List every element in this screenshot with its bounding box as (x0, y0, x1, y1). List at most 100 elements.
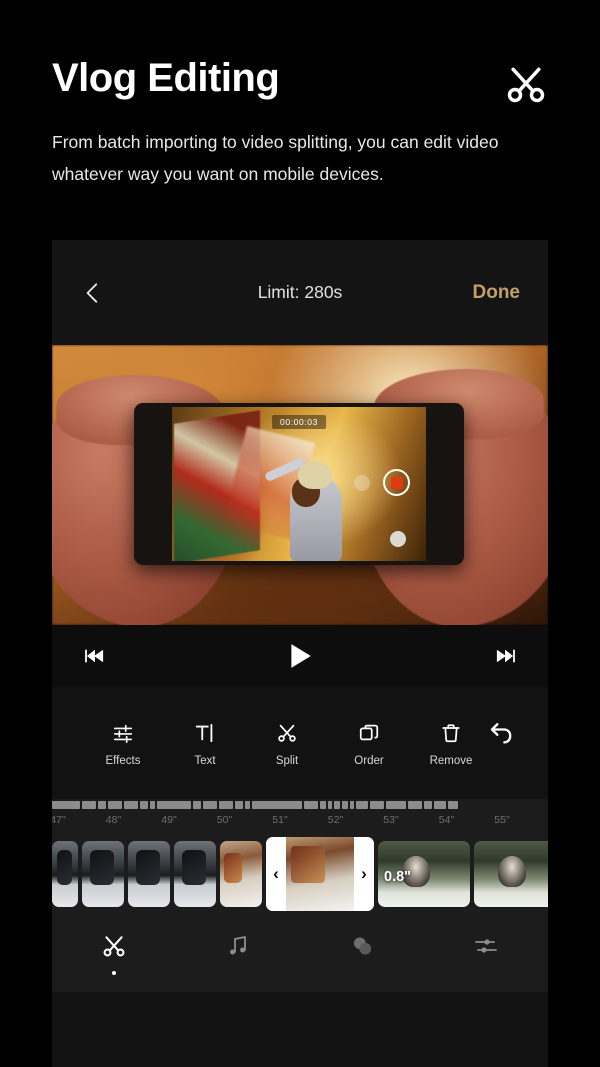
clip-overview-segment[interactable] (235, 801, 243, 809)
tab-music[interactable] (176, 934, 300, 974)
promo-section: Vlog Editing From batch importing to vid… (0, 0, 600, 191)
clip-overview-segment[interactable] (219, 801, 233, 809)
scissors-icon (276, 720, 298, 746)
sliders-icon (112, 720, 134, 746)
ruler-tick: 53" (383, 814, 399, 826)
artist-hat (298, 461, 332, 489)
clip-overview-segment[interactable] (434, 801, 446, 809)
clip-overview-segment[interactable] (350, 801, 354, 809)
tool-text[interactable]: Text (181, 720, 229, 767)
text-cursor-icon (194, 720, 216, 746)
overlay-circles-icon (349, 933, 375, 964)
clip-overview-bar[interactable] (52, 799, 548, 811)
clip-overview-segment[interactable] (98, 801, 106, 809)
clip-overview-segment[interactable] (424, 801, 432, 809)
timeline-filmstrip[interactable]: ‹ › 0.8" (52, 833, 548, 915)
selected-clip-thumbnail[interactable] (286, 837, 354, 911)
bottom-tab-bar (52, 915, 548, 992)
app-screenshot: Limit: 280s Done 00:00:03 Effects Text S… (52, 240, 548, 1067)
clip-overview-segment[interactable] (370, 801, 384, 809)
tool-split[interactable]: Split (263, 720, 311, 767)
clip-overview-segment[interactable] (52, 801, 80, 809)
clip-overview-segment[interactable] (448, 801, 458, 809)
clip-overview-segment[interactable] (386, 801, 406, 809)
play-icon[interactable] (287, 642, 313, 670)
playback-controls (52, 625, 548, 687)
skip-forward-icon[interactable] (494, 647, 516, 665)
clip-overview-segment[interactable] (150, 801, 155, 809)
tab-edit[interactable] (52, 933, 176, 975)
scissors-icon (504, 62, 548, 106)
active-tab-indicator (112, 970, 116, 975)
tab-adjust[interactable] (424, 934, 548, 974)
undo-button[interactable] (482, 719, 522, 768)
video-preview[interactable]: 00:00:03 (52, 345, 548, 625)
filmstrip-thumbnail[interactable] (52, 841, 78, 907)
lens-icon[interactable] (354, 475, 370, 491)
clip-overview-segment[interactable] (203, 801, 217, 809)
tool-effects[interactable]: Effects (99, 720, 147, 767)
tool-label: Remove (429, 754, 473, 767)
ruler-tick: 54" (438, 814, 455, 826)
clip-overview-segment[interactable] (408, 801, 422, 809)
clip-overview-segment[interactable] (304, 801, 318, 809)
layers-icon (358, 720, 380, 746)
ruler-tick: 49" (161, 814, 177, 826)
page-title: Vlog Editing (52, 56, 280, 100)
clip-overview-segment[interactable] (356, 801, 368, 809)
clip-overview-segment[interactable] (157, 801, 191, 809)
held-phone-screen: 00:00:03 (172, 407, 426, 561)
chevron-left-icon[interactable] (80, 280, 106, 306)
clip-overview-segment[interactable] (82, 801, 96, 809)
selected-clip[interactable]: ‹ › (266, 837, 374, 911)
clips-after-selection[interactable]: 0.8" (378, 841, 548, 907)
trim-handle-left[interactable]: ‹ (266, 837, 286, 911)
held-phone: 00:00:03 (134, 403, 464, 565)
ruler-tick: 50" (216, 814, 233, 826)
app-header: Limit: 280s Done (52, 240, 548, 345)
tab-overlay[interactable] (300, 933, 424, 975)
timeline-ruler: 47" 48" 49" 50" 51" 52" 53" 54" 55" (52, 811, 548, 833)
ruler-tick: 47" (52, 814, 66, 826)
ruler-tick: 52" (327, 814, 344, 826)
tool-buttons: Effects Text Split Order Remove (78, 720, 482, 767)
done-button[interactable]: Done (473, 282, 521, 304)
scissors-icon (101, 933, 127, 964)
filmstrip-thumbnail[interactable] (220, 841, 262, 907)
skip-backward-icon[interactable] (84, 647, 106, 665)
ruler-tick: 51" (272, 814, 288, 826)
undo-arrow-icon (488, 719, 516, 752)
filmstrip-thumbnail[interactable] (128, 841, 170, 907)
clip-overview-segment[interactable] (193, 801, 201, 809)
ruler-tick: 55" (494, 814, 510, 826)
shutter-icon[interactable] (390, 531, 406, 547)
adjust-sliders-icon (474, 934, 498, 963)
clip-overview-segment[interactable] (342, 801, 348, 809)
ruler-tick: 48" (105, 814, 122, 826)
music-note-icon (226, 934, 250, 963)
trim-handle-right[interactable]: › (354, 837, 374, 911)
tool-label: Text (194, 754, 216, 767)
clip-overview-segment[interactable] (245, 801, 250, 809)
filmstrip-thumbnail[interactable] (174, 841, 216, 907)
clip-overview-segment[interactable] (108, 801, 122, 809)
clip-overview-segment[interactable] (252, 801, 302, 809)
clip-overview-segment[interactable] (334, 801, 340, 809)
clip-duration-badge: 0.8" (384, 869, 412, 885)
clip-overview-segment[interactable] (140, 801, 148, 809)
tool-label: Split (275, 754, 299, 767)
filmstrip-thumbnail[interactable] (82, 841, 124, 907)
clip-overview-segment[interactable] (320, 801, 326, 809)
tool-remove[interactable]: Remove (427, 720, 475, 767)
tool-row: Effects Text Split Order Remove (52, 687, 548, 799)
tool-label: Order (354, 754, 384, 767)
clip-overview-segment[interactable] (328, 801, 332, 809)
trash-icon (440, 720, 462, 746)
record-stop-icon[interactable] (383, 469, 410, 496)
tool-order[interactable]: Order (345, 720, 393, 767)
clips-before-selection[interactable] (52, 841, 262, 907)
tool-label: Effects (105, 754, 141, 767)
clip-overview-segment[interactable] (124, 801, 138, 809)
filmstrip-thumbnail[interactable] (474, 841, 548, 907)
recording-timecode: 00:00:03 (272, 415, 326, 429)
